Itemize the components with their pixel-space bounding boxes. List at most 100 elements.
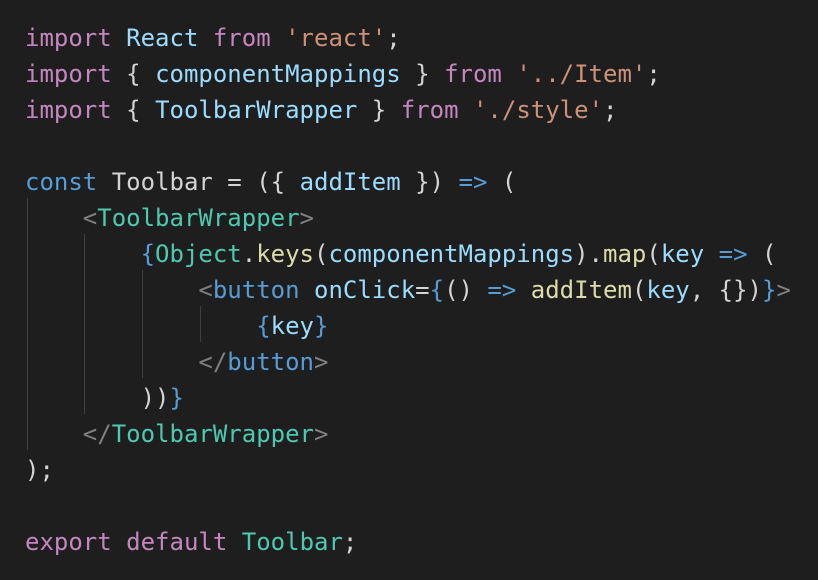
code-token: > (299, 204, 314, 232)
code-token: } (314, 312, 329, 340)
code-token: { (429, 276, 445, 304)
code-token: )) (140, 384, 170, 412)
code-token: => (487, 276, 517, 304)
code-token: } (400, 60, 445, 88)
code-line: </ToolbarWrapper> (25, 416, 329, 452)
code-token: from (400, 96, 459, 124)
code-token: import (25, 96, 112, 124)
code-token: } (169, 384, 184, 412)
code-token: ). (574, 240, 603, 268)
code-line: import React from 'react'; (25, 20, 401, 56)
code-line: {key} (25, 308, 328, 344)
code-token: key (660, 240, 705, 268)
code-token: export (25, 528, 112, 556)
code-token: ToolbarWrapper (155, 96, 358, 124)
code-line: const Toolbar = ({ addItem }) => ( (25, 164, 516, 200)
code-token: from (212, 24, 271, 52)
code-token: < (82, 204, 98, 232)
code-token: Toolbar (241, 528, 343, 556)
code-line: ); (25, 452, 54, 488)
code-line: <button onClick={() => addItem(key, {})}… (25, 272, 791, 308)
code-token: map (603, 240, 647, 268)
code-token: ; (646, 60, 661, 88)
code-token: { (140, 240, 156, 268)
code-token: } (762, 276, 777, 304)
code-token: button (227, 348, 314, 376)
code-token: } (357, 96, 401, 124)
code-token: button (212, 276, 300, 304)
code-token: key (270, 312, 314, 340)
code-token: import (25, 60, 112, 88)
code-token: import (25, 24, 112, 52)
code-token: ( (646, 240, 661, 268)
code-token: > (314, 420, 329, 448)
code-line: import { componentMappings } from '../It… (25, 56, 661, 92)
code-token: ; (603, 96, 618, 124)
code-token: ; (386, 24, 401, 52)
code-token: => (458, 168, 488, 196)
code-token: { (111, 60, 156, 88)
code-token: => (718, 240, 748, 268)
code-token: React (126, 24, 199, 52)
code-token: () (444, 276, 488, 304)
code-line: export default Toolbar; (25, 524, 357, 560)
code-token: ( (747, 240, 777, 268)
code-token: = (415, 276, 430, 304)
code-token: { (111, 96, 156, 124)
code-line: <ToolbarWrapper> (25, 200, 314, 236)
code-line: import { ToolbarWrapper } from './style'… (25, 92, 617, 128)
code-token: { (256, 312, 271, 340)
code-token: Toolbar (111, 168, 213, 196)
code-token: from (444, 60, 502, 88)
code-editor[interactable]: import React from 'react'; import { compo… (0, 0, 818, 580)
code-token: ToolbarWrapper (97, 204, 300, 232)
code-token: ( (631, 276, 647, 304)
code-token: ( (487, 168, 517, 196)
code-token: ToolbarWrapper (111, 420, 314, 448)
code-token: ); (25, 456, 54, 484)
code-token: key (646, 276, 690, 304)
code-token: addItem (530, 276, 632, 304)
code-token: addItem (299, 168, 401, 196)
code-token: default (126, 528, 228, 556)
code-token: = ({ (212, 168, 300, 196)
code-token: const (25, 168, 98, 196)
code-token: , {}) (689, 276, 762, 304)
code-token: keys (256, 240, 314, 268)
code-token: 'react' (285, 24, 387, 52)
code-token: > (314, 348, 329, 376)
code-token: componentMappings (155, 60, 401, 88)
code-token: < (198, 276, 213, 304)
code-line: {Object.keys(componentMappings).map(key … (25, 236, 777, 272)
code-token: componentMappings (328, 240, 575, 268)
code-token: . (241, 240, 257, 268)
code-line: </button> (25, 344, 328, 380)
code-token: onClick (314, 276, 416, 304)
code-token: Object (155, 240, 242, 268)
code-token: '../Item' (516, 60, 647, 88)
code-token: './style' (472, 96, 604, 124)
code-token: > (776, 276, 791, 304)
code-token: }) (400, 168, 459, 196)
code-line: ))} (25, 380, 184, 416)
code-token: </ (198, 348, 228, 376)
code-token: </ (82, 420, 112, 448)
